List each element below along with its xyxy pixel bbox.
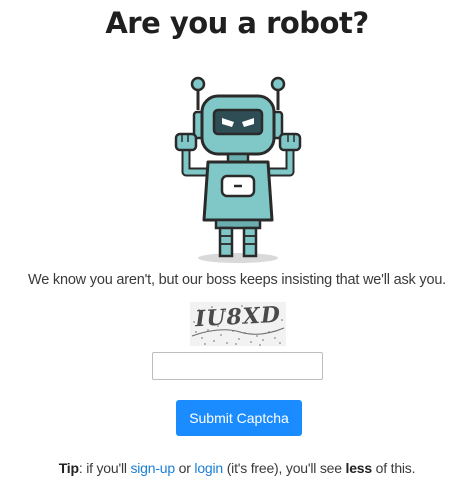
tip-label: Tip bbox=[58, 460, 79, 476]
signup-link[interactable]: sign-up bbox=[130, 460, 175, 476]
robot-icon bbox=[174, 76, 302, 263]
explanation-text: We know you aren't, but our boss keeps i… bbox=[27, 272, 447, 288]
captcha-image: IU8XD bbox=[190, 302, 286, 346]
captcha-input[interactable] bbox=[152, 352, 323, 380]
tip-text-part1: : if you'll bbox=[78, 460, 131, 476]
page-title: Are you a robot? bbox=[105, 6, 369, 40]
tip-text-part2: or bbox=[174, 460, 195, 476]
login-link[interactable]: login bbox=[194, 460, 223, 476]
captcha-text: IU8XD bbox=[194, 301, 282, 333]
tip-less-emphasis: less bbox=[345, 460, 373, 476]
tip-text-part4: of this. bbox=[371, 460, 416, 476]
tip-text: Tip: if you'll sign-up or login (it's fr… bbox=[0, 460, 474, 476]
tip-text-part3: (it's free), you'll see bbox=[223, 460, 346, 476]
robot-check-page: Are you a robot? We know you aren't, but… bbox=[0, 0, 474, 487]
submit-captcha-button[interactable]: Submit Captcha bbox=[176, 400, 302, 436]
